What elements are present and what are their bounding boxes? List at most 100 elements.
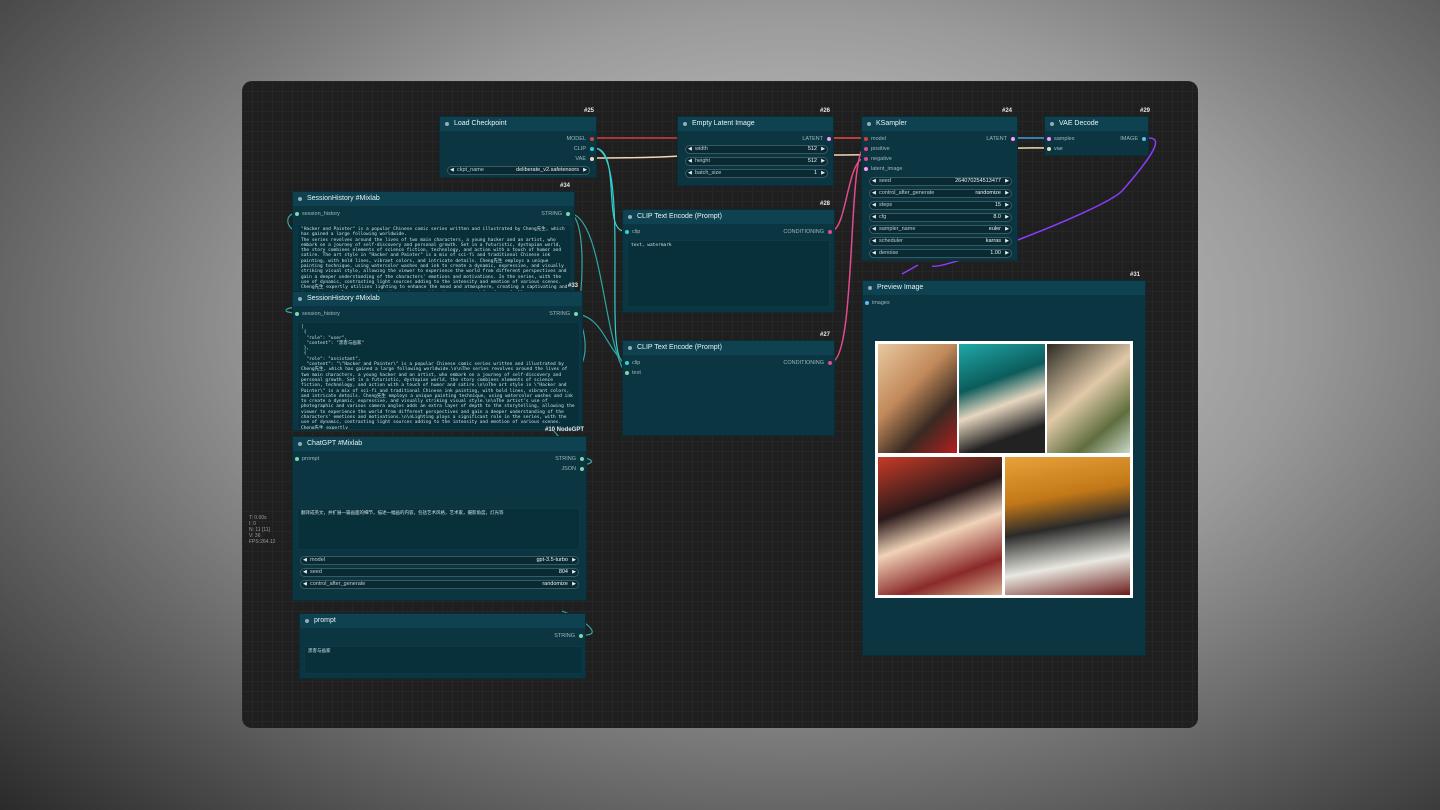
collapse-dot[interactable] bbox=[867, 122, 871, 126]
arrow-right-icon[interactable]: ▶ bbox=[821, 158, 825, 165]
widget-control-after-generate[interactable]: ◀ control_after_generate randomize ▶ bbox=[300, 580, 579, 589]
input-slot[interactable] bbox=[1047, 147, 1051, 151]
generated-image[interactable] bbox=[875, 341, 1133, 598]
arrow-left-icon[interactable]: ◀ bbox=[872, 238, 876, 245]
input-slot[interactable] bbox=[295, 212, 299, 216]
widget-steps[interactable]: ◀ steps 15 ▶ bbox=[869, 201, 1012, 210]
arrow-right-icon[interactable]: ▶ bbox=[821, 146, 825, 153]
widget-seed[interactable]: ◀ seed 264070254513477 ▶ bbox=[869, 177, 1012, 186]
widget-cfg[interactable]: ◀ cfg 8.0 ▶ bbox=[869, 213, 1012, 222]
input-slot[interactable] bbox=[625, 230, 629, 234]
arrow-right-icon[interactable]: ▶ bbox=[1005, 214, 1009, 221]
collapse-dot[interactable] bbox=[305, 619, 309, 623]
output-slot[interactable] bbox=[590, 147, 594, 151]
output-slot[interactable] bbox=[1011, 137, 1015, 141]
preview-image-node[interactable]: Preview Image images bbox=[862, 280, 1146, 656]
arrow-right-icon[interactable]: ▶ bbox=[572, 581, 576, 588]
clip-text-encode-negative-node[interactable]: CLIP Text Encode (Prompt) clip CONDITION… bbox=[622, 209, 835, 313]
output-slot[interactable] bbox=[828, 361, 832, 365]
arrow-right-icon[interactable]: ▶ bbox=[1005, 202, 1009, 209]
node-header[interactable]: Load Checkpoint bbox=[440, 117, 596, 131]
node-header[interactable]: ChatGPT #Mixlab bbox=[293, 437, 586, 451]
output-slot[interactable] bbox=[580, 467, 584, 471]
input-slot[interactable] bbox=[295, 457, 299, 461]
output-slot[interactable] bbox=[574, 312, 578, 316]
widget-denoise[interactable]: ◀ denoise 1.00 ▶ bbox=[869, 249, 1012, 258]
node-header[interactable]: CLIP Text Encode (Prompt) bbox=[623, 341, 834, 355]
session-history-json[interactable]: [ { "role": "user", "content": "黑客与画家" }… bbox=[297, 322, 580, 430]
node-header[interactable]: VAE Decode bbox=[1045, 117, 1148, 131]
session-history-text[interactable]: "Hacker and Painter" is a popular Chines… bbox=[297, 224, 572, 300]
arrow-right-icon[interactable]: ▶ bbox=[572, 569, 576, 576]
ksampler-node[interactable]: KSampler model positive negative latent_… bbox=[861, 116, 1018, 261]
input-slot[interactable] bbox=[295, 312, 299, 316]
arrow-left-icon[interactable]: ◀ bbox=[450, 167, 454, 174]
node-header[interactable]: Preview Image bbox=[863, 281, 1145, 295]
widget-model[interactable]: ◀ model gpt-3.5-turbo ▶ bbox=[300, 556, 579, 565]
arrow-left-icon[interactable]: ◀ bbox=[688, 146, 692, 153]
collapse-dot[interactable] bbox=[683, 122, 687, 126]
arrow-left-icon[interactable]: ◀ bbox=[872, 214, 876, 221]
widget-scheduler[interactable]: ◀ scheduler karras ▶ bbox=[869, 237, 1012, 246]
collapse-dot[interactable] bbox=[298, 197, 302, 201]
arrow-right-icon[interactable]: ▶ bbox=[821, 170, 825, 177]
output-slot[interactable] bbox=[828, 230, 832, 234]
collapse-dot[interactable] bbox=[298, 297, 302, 301]
arrow-left-icon[interactable]: ◀ bbox=[303, 557, 307, 564]
widget-sampler-name[interactable]: ◀ sampler_name euler ▶ bbox=[869, 225, 1012, 234]
arrow-right-icon[interactable]: ▶ bbox=[1005, 250, 1009, 257]
input-slot[interactable] bbox=[1047, 137, 1051, 141]
input-slot[interactable] bbox=[864, 167, 868, 171]
node-header[interactable]: SessionHistory #Mixlab bbox=[293, 292, 582, 306]
node-header[interactable]: SessionHistory #Mixlab bbox=[293, 192, 574, 206]
output-slot[interactable] bbox=[1142, 137, 1146, 141]
arrow-left-icon[interactable]: ◀ bbox=[872, 250, 876, 257]
input-slot[interactable] bbox=[625, 361, 629, 365]
graph-canvas[interactable]: #25 Load Checkpoint MODEL CLIP VAE ◀ ckp… bbox=[242, 81, 1198, 728]
arrow-left-icon[interactable]: ◀ bbox=[688, 170, 692, 177]
ckpt-name-widget[interactable]: ◀ ckpt_name deliberate_v2.safetensors ▶ bbox=[447, 166, 590, 175]
system-prompt-textarea[interactable]: 翻译成英文，并扩展一篇画面的细节，描述一幅画的内容，包括艺术风格，艺术家，摄影角… bbox=[297, 508, 580, 550]
clip-text-encode-positive-node[interactable]: CLIP Text Encode (Prompt) clip text COND… bbox=[622, 340, 835, 436]
arrow-right-icon[interactable]: ▶ bbox=[572, 557, 576, 564]
prompt-node[interactable]: prompt STRING 黑客与画家 bbox=[299, 613, 586, 679]
width-widget[interactable]: ◀ width 512 ▶ bbox=[685, 145, 828, 154]
arrow-left-icon[interactable]: ◀ bbox=[872, 178, 876, 185]
arrow-left-icon[interactable]: ◀ bbox=[688, 158, 692, 165]
output-slot[interactable] bbox=[566, 212, 570, 216]
output-slot[interactable] bbox=[579, 634, 583, 638]
widget-control-after-generate[interactable]: ◀ control_after_generate randomize ▶ bbox=[869, 189, 1012, 198]
node-header[interactable]: CLIP Text Encode (Prompt) bbox=[623, 210, 834, 224]
vae-decode-node[interactable]: VAE Decode samples vae IMAGE bbox=[1044, 116, 1149, 156]
widget-seed[interactable]: ◀ seed 804 ▶ bbox=[300, 568, 579, 577]
output-slot[interactable] bbox=[590, 137, 594, 141]
arrow-left-icon[interactable]: ◀ bbox=[872, 226, 876, 233]
batch-size-widget[interactable]: ◀ batch_size 1 ▶ bbox=[685, 169, 828, 178]
arrow-right-icon[interactable]: ▶ bbox=[1005, 238, 1009, 245]
node-header[interactable]: Empty Latent Image bbox=[678, 117, 833, 131]
node-header[interactable]: prompt bbox=[300, 614, 585, 628]
collapse-dot[interactable] bbox=[628, 346, 632, 350]
collapse-dot[interactable] bbox=[1050, 122, 1054, 126]
input-slot[interactable] bbox=[625, 371, 629, 375]
arrow-left-icon[interactable]: ◀ bbox=[303, 581, 307, 588]
output-slot[interactable] bbox=[827, 137, 831, 141]
output-slot[interactable] bbox=[580, 457, 584, 461]
input-slot[interactable] bbox=[864, 147, 868, 151]
arrow-right-icon[interactable]: ▶ bbox=[1005, 178, 1009, 185]
arrow-left-icon[interactable]: ◀ bbox=[872, 190, 876, 197]
arrow-left-icon[interactable]: ◀ bbox=[872, 202, 876, 209]
session-history-node-2[interactable]: SessionHistory #Mixlab session_history S… bbox=[292, 291, 583, 431]
arrow-right-icon[interactable]: ▶ bbox=[583, 167, 587, 174]
collapse-dot[interactable] bbox=[298, 442, 302, 446]
arrow-left-icon[interactable]: ◀ bbox=[303, 569, 307, 576]
session-history-node-1[interactable]: SessionHistory #Mixlab session_history S… bbox=[292, 191, 575, 301]
input-slot[interactable] bbox=[865, 301, 869, 305]
arrow-right-icon[interactable]: ▶ bbox=[1005, 190, 1009, 197]
load-checkpoint-node[interactable]: Load Checkpoint MODEL CLIP VAE ◀ ckpt_na… bbox=[439, 116, 597, 178]
output-slot[interactable] bbox=[590, 157, 594, 161]
input-slot[interactable] bbox=[864, 157, 868, 161]
prompt-textarea[interactable]: 黑客与画家 bbox=[304, 646, 583, 674]
collapse-dot[interactable] bbox=[628, 215, 632, 219]
chatgpt-node[interactable]: ChatGPT #Mixlab prompt STRING JSON 翻译成英文… bbox=[292, 436, 587, 601]
